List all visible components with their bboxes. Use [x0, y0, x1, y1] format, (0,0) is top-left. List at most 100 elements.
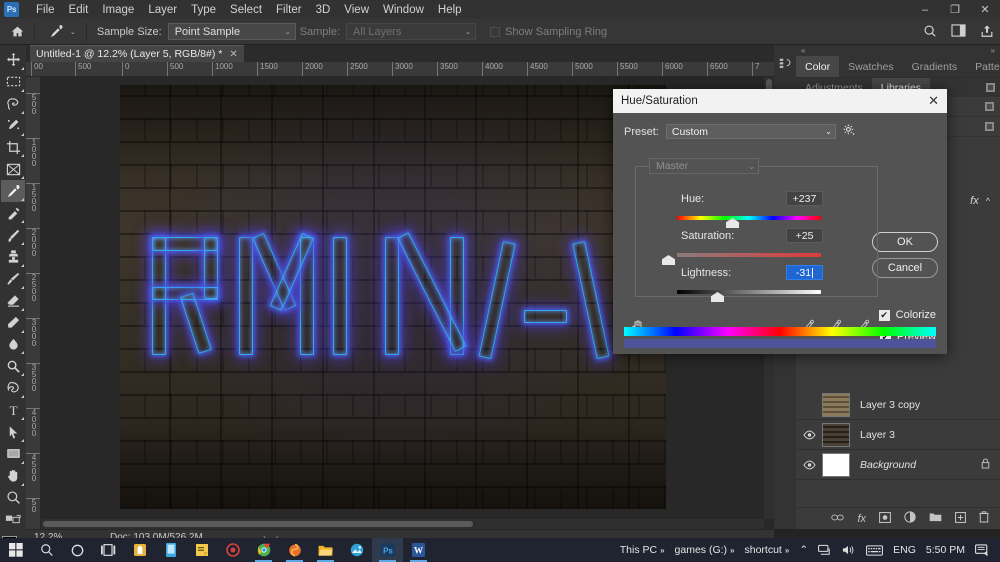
delete-icon[interactable] — [979, 511, 989, 526]
show-hidden-icons[interactable]: ⌃ — [794, 544, 813, 556]
file-explorer-icon[interactable] — [310, 538, 341, 562]
group-icon[interactable] — [929, 512, 942, 525]
edit-toolbar-button[interactable] — [1, 509, 25, 531]
zoom-tool[interactable] — [1, 487, 25, 509]
sticky-notes-icon[interactable] — [186, 538, 217, 562]
tray-item-this-pc[interactable]: This PC» — [615, 544, 670, 556]
artboard[interactable] — [120, 85, 666, 509]
keyboard-icon[interactable] — [861, 544, 888, 556]
photoshop-icon[interactable]: Ps — [372, 538, 403, 562]
layer-name[interactable]: Layer 3 copy — [860, 399, 920, 411]
tab-patterns[interactable]: Patterns — [966, 56, 1000, 77]
eye-icon[interactable] — [796, 430, 822, 440]
menu-image[interactable]: Image — [95, 2, 141, 18]
rectangle-tool[interactable] — [1, 443, 25, 465]
history-brush-tool[interactable] — [1, 268, 25, 290]
dodge-tool[interactable] — [1, 355, 25, 377]
photos-icon[interactable] — [341, 538, 372, 562]
panel-menu-icon[interactable] — [985, 102, 994, 111]
show-sampling-ring-checkbox[interactable]: Show Sampling Ring — [490, 26, 607, 38]
word-icon[interactable]: W — [403, 538, 434, 562]
collapse-right-icon[interactable]: » — [991, 46, 995, 55]
gear-icon[interactable] — [843, 124, 855, 139]
adjustment-icon[interactable] — [904, 511, 916, 526]
network-icon[interactable] — [813, 544, 837, 556]
crop-tool[interactable] — [1, 137, 25, 159]
type-tool[interactable]: T — [1, 399, 25, 421]
fx-icon[interactable]: fx — [857, 513, 866, 525]
menu-help[interactable]: Help — [431, 2, 469, 18]
close-icon[interactable]: ✕ — [928, 93, 939, 109]
search-icon[interactable] — [923, 24, 937, 41]
clock[interactable]: 5:50 PM — [921, 544, 970, 556]
table-row[interactable]: Layer 3 copy — [796, 390, 1000, 420]
cancel-button[interactable]: Cancel — [872, 258, 938, 278]
layer-name[interactable]: Layer 3 — [860, 429, 895, 441]
media-player-icon[interactable] — [217, 538, 248, 562]
table-row[interactable]: Layer 3 — [796, 420, 1000, 450]
hue-value-input[interactable]: +237 — [786, 191, 823, 206]
collapse-left-icon[interactable]: « — [801, 46, 805, 55]
menu-type[interactable]: Type — [184, 2, 223, 18]
task-view-icon[interactable] — [93, 538, 124, 562]
saturation-slider-track[interactable] — [677, 253, 821, 257]
chrome-icon[interactable] — [248, 538, 279, 562]
volume-icon[interactable] — [837, 544, 861, 556]
channel-select[interactable]: Master ⌄ — [649, 158, 759, 174]
firefox-icon[interactable] — [279, 538, 310, 562]
tray-item-games[interactable]: games (G:)» — [670, 544, 740, 556]
frame-tool[interactable] — [1, 158, 25, 180]
document-tab[interactable]: Untitled-1 @ 12.2% (Layer 5, RGB/8#) * ✕ — [30, 45, 244, 62]
tab-swatches[interactable]: Swatches — [839, 56, 903, 77]
menu-window[interactable]: Window — [376, 2, 431, 18]
mask-icon[interactable] — [879, 511, 891, 526]
quick-selection-tool[interactable] — [1, 115, 25, 137]
menu-layer[interactable]: Layer — [141, 2, 184, 18]
close-button[interactable]: ✕ — [970, 0, 1000, 19]
close-icon[interactable]: ✕ — [229, 49, 237, 60]
menu-edit[interactable]: Edit — [62, 2, 96, 18]
menu-view[interactable]: View — [337, 2, 376, 18]
maximize-button[interactable]: ❐ — [940, 0, 970, 19]
layer-fx-indicator[interactable]: fx ^ — [970, 195, 990, 207]
lock-icon[interactable] — [981, 458, 990, 472]
app-blue-icon[interactable] — [155, 538, 186, 562]
menu-filter[interactable]: Filter — [269, 2, 309, 18]
clone-stamp-tool[interactable] — [1, 246, 25, 268]
path-selection-tool[interactable] — [1, 421, 25, 443]
hue-slider-track[interactable] — [677, 216, 821, 220]
colorize-checkbox[interactable]: ✔ Colorize — [878, 309, 936, 321]
spot-healing-brush-tool[interactable] — [1, 202, 25, 224]
ok-button[interactable]: OK — [872, 232, 938, 252]
workspace-icon[interactable] — [951, 24, 966, 40]
notifications-icon[interactable] — [970, 543, 994, 557]
share-icon[interactable] — [980, 24, 994, 41]
tab-color[interactable]: Color — [796, 56, 840, 77]
hand-tool[interactable] — [1, 465, 25, 487]
lightness-value-input[interactable]: -31 — [786, 265, 823, 280]
menu-file[interactable]: File — [29, 2, 62, 18]
panel-collapse-icon[interactable] — [778, 57, 792, 74]
table-row[interactable]: Background — [796, 450, 1000, 480]
lightness-slider-track[interactable] — [677, 290, 821, 294]
lasso-tool[interactable] — [1, 93, 25, 115]
cortana-icon[interactable] — [62, 538, 93, 562]
eraser-tool[interactable] — [1, 290, 25, 312]
tab-gradients[interactable]: Gradients — [903, 56, 967, 77]
panel-menu-icon[interactable] — [986, 78, 1000, 97]
preset-select[interactable]: Custom ⌄ — [665, 124, 836, 139]
menu-select[interactable]: Select — [223, 2, 269, 18]
windows-start-icon[interactable] — [0, 538, 31, 562]
panel-menu-icon[interactable] — [985, 122, 994, 131]
link-icon[interactable] — [831, 513, 845, 525]
gradient-tool[interactable] — [1, 312, 25, 334]
brush-tool[interactable] — [1, 224, 25, 246]
tool-preset-picker[interactable]: ⌄ — [41, 22, 80, 42]
tray-item-shortcut[interactable]: shortcut» — [740, 544, 795, 556]
sample-size-select[interactable]: Point Sample ⌄ — [167, 23, 296, 40]
saturation-value-input[interactable]: +25 — [786, 228, 823, 243]
pen-tool[interactable] — [1, 377, 25, 399]
eyedropper-tool[interactable] — [1, 180, 25, 203]
menu-3d[interactable]: 3D — [309, 2, 338, 18]
blur-tool[interactable] — [1, 334, 25, 356]
